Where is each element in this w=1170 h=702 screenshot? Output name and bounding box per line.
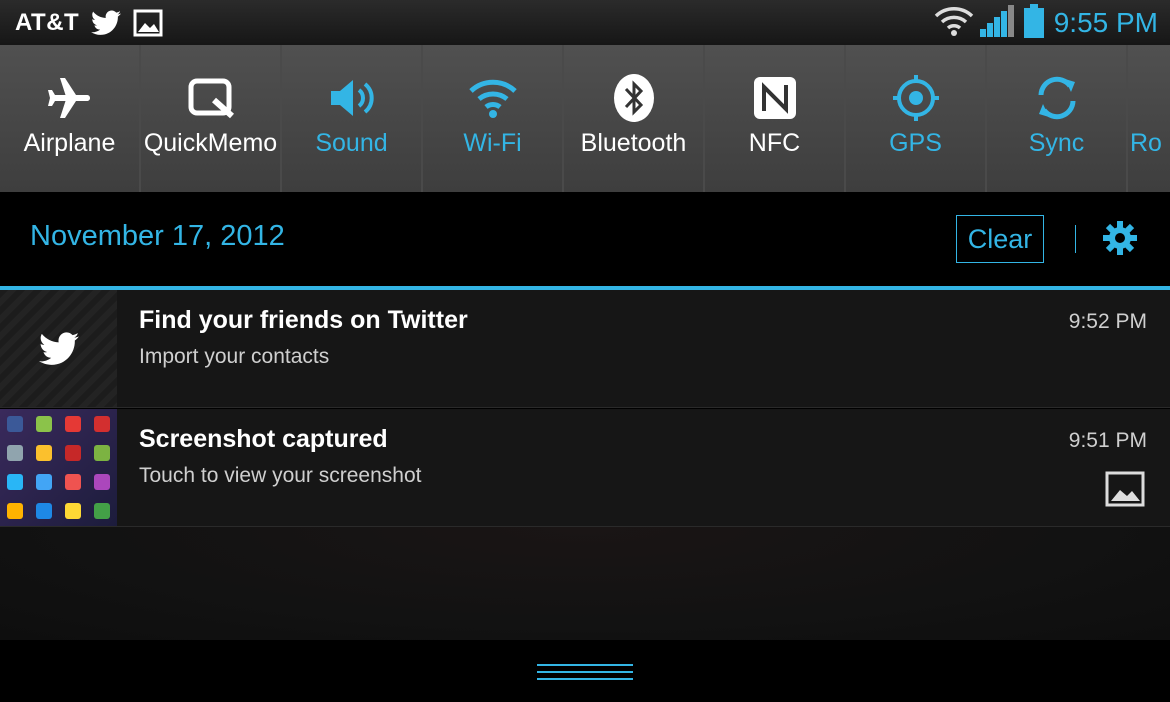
twitter-icon — [91, 10, 122, 36]
qs-label: Airplane — [23, 129, 116, 157]
qs-tile-gps[interactable]: GPS — [846, 45, 985, 192]
qs-label: NFC — [748, 129, 801, 157]
qs-label: Sync — [1028, 129, 1085, 157]
notification-time: 9:52 PM — [1068, 310, 1147, 333]
qs-label: Wi-Fi — [463, 129, 522, 157]
gps-icon — [891, 73, 941, 123]
notification-header: November 17, 2012 Clear — [0, 192, 1170, 287]
screenshot-thumbnail — [0, 409, 117, 526]
wifi-icon — [934, 5, 974, 41]
qs-tile-bluetooth[interactable]: Bluetooth — [564, 45, 703, 192]
airplane-icon — [46, 73, 94, 123]
notification-subtitle: Import your contacts — [139, 345, 330, 368]
status-bar: AT&T 9:55 PM — [0, 0, 1170, 45]
date-label: November 17, 2012 — [30, 220, 285, 252]
battery-icon — [1023, 3, 1044, 42]
notification-screenshot[interactable]: Screenshot captured Touch to view your s… — [0, 409, 1170, 527]
wifi-icon — [468, 73, 518, 123]
qs-label: QuickMemo — [143, 129, 278, 157]
divider — [1075, 225, 1076, 253]
qs-label: Sound — [315, 129, 388, 157]
qs-tile-sound[interactable]: Sound — [282, 45, 421, 192]
drag-handle-bar[interactable] — [0, 640, 1170, 702]
drag-handle-icon[interactable] — [537, 662, 633, 682]
qs-label: Bluetooth — [580, 129, 687, 157]
qs-tile-airplane[interactable]: Airplane — [0, 45, 139, 192]
qs-tile-wifi[interactable]: Wi-Fi — [423, 45, 562, 192]
sync-icon — [1032, 73, 1082, 123]
picture-icon — [1105, 471, 1145, 511]
qs-label: Ro — [1130, 129, 1162, 157]
nfc-icon — [752, 73, 798, 123]
clear-button[interactable]: Clear — [956, 215, 1044, 263]
speaker-icon — [327, 73, 377, 123]
qs-tile-quickmemo[interactable]: QuickMemo — [141, 45, 280, 192]
notification-title: Find your friends on Twitter — [139, 306, 468, 334]
quick-settings-bar: Airplane QuickMemo Sound Wi-Fi Bluetooth… — [0, 45, 1170, 192]
carrier-label: AT&T — [15, 8, 80, 36]
notification-subtitle: Touch to view your screenshot — [139, 464, 422, 487]
twitter-icon — [0, 290, 117, 407]
qs-tile-sync[interactable]: Sync — [987, 45, 1126, 192]
signal-icon — [979, 4, 1014, 41]
notification-empty-area — [0, 527, 1170, 640]
qs-tile-nfc[interactable]: NFC — [705, 45, 844, 192]
clock: 9:55 PM — [1053, 6, 1158, 38]
gear-icon[interactable] — [1102, 220, 1138, 260]
qs-label: GPS — [889, 129, 942, 157]
quickmemo-icon — [186, 73, 236, 123]
notification-twitter[interactable]: Find your friends on Twitter Import your… — [0, 290, 1170, 408]
qs-tile-rotation[interactable]: Ro — [1128, 45, 1170, 192]
notification-title: Screenshot captured — [139, 425, 388, 453]
notification-time: 9:51 PM — [1068, 429, 1147, 452]
bluetooth-icon — [612, 73, 656, 123]
picture-icon — [133, 9, 163, 37]
